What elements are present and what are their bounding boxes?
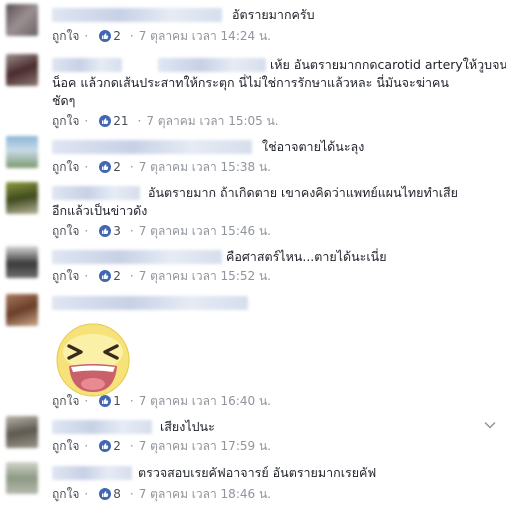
like-count[interactable]: 2 (113, 29, 121, 43)
like-button[interactable]: ถูกใจ (52, 158, 79, 177)
comment-text: อันตรายมาก ถ้าเกิดตาย เขาคงคิดว่าแพทย์แผ… (148, 185, 458, 200)
avatar[interactable] (6, 294, 38, 326)
thumbs-up-icon[interactable] (99, 225, 112, 237)
commenter-name[interactable] (52, 58, 122, 72)
timestamp[interactable]: 7 ตุลาคม เวลา 17:59 น. (139, 437, 271, 456)
laughing-face-sticker[interactable] (55, 322, 131, 398)
like-count[interactable]: 2 (113, 269, 121, 283)
comment-text: ใช่อาจตายได้นะลุง (262, 139, 365, 154)
like-count[interactable]: 3 (113, 224, 121, 238)
separator: · (84, 29, 89, 43)
thumbs-up-icon[interactable] (99, 115, 112, 127)
commenter-name[interactable] (52, 296, 248, 310)
comment-text: น็อค แล้วกดเส้นประสาทให้กระตุก นี่ไม่ใช่… (52, 75, 449, 90)
thumbs-up-icon[interactable] (99, 440, 112, 452)
avatar[interactable] (6, 182, 38, 214)
comment-text: เห้ย อันตรายมากกดcarotid arteryให้วูบจน (270, 57, 506, 72)
comment-text: เสียงไปนะ (160, 419, 215, 434)
separator: · (129, 487, 134, 501)
timestamp[interactable]: 7 ตุลาคม เวลา 15:05 น. (146, 112, 278, 131)
comment-text: อัตรายมากครับ (232, 7, 315, 22)
like-count[interactable]: 2 (113, 160, 121, 174)
separator: · (129, 160, 134, 174)
comment-meta: ถูกใจ · 2 · 7 ตุลาคม เวลา 14:24 น. (52, 28, 271, 44)
chevron-down-icon[interactable] (484, 420, 496, 430)
timestamp[interactable]: 7 ตุลาคม เวลา 16:40 น. (139, 392, 271, 411)
separator: · (84, 224, 89, 238)
separator: · (129, 439, 134, 453)
commenter-name[interactable] (52, 186, 140, 200)
thumbs-up-icon[interactable] (99, 161, 112, 173)
like-button[interactable]: ถูกใจ (52, 222, 79, 241)
separator: · (129, 29, 134, 43)
comment-text: ตรวจสอบเรยคัฟอาจารย์ อันตรายมากเรยคัฟ (138, 465, 377, 480)
like-button[interactable]: ถูกใจ (52, 485, 79, 504)
separator: · (129, 224, 134, 238)
separator: · (84, 487, 89, 501)
avatar[interactable] (6, 416, 38, 448)
timestamp[interactable]: 7 ตุลาคม เวลา 14:24 น. (139, 27, 271, 46)
comment-meta: ถูกใจ · 2 · 7 ตุลาคม เวลา 15:52 น. (52, 268, 271, 284)
thumbs-up-icon[interactable] (99, 488, 112, 500)
timestamp[interactable]: 7 ตุลาคม เวลา 15:46 น. (139, 222, 271, 241)
separator: · (84, 439, 89, 453)
separator: · (84, 114, 89, 128)
comment-meta: ถูกใจ · 8 · 7 ตุลาคม เวลา 18:46 น. (52, 486, 271, 502)
separator: · (84, 269, 89, 283)
avatar[interactable] (6, 462, 38, 494)
thumbs-up-icon[interactable] (99, 270, 112, 282)
commenter-name[interactable] (52, 8, 222, 22)
comment-meta: ถูกใจ · 2 · 7 ตุลาคม เวลา 17:59 น. (52, 438, 271, 454)
comment-meta: ถูกใจ · 2 · 7 ตุลาคม เวลา 15:38 น. (52, 159, 271, 175)
like-count[interactable]: 8 (113, 487, 121, 501)
avatar[interactable] (6, 54, 38, 86)
timestamp[interactable]: 7 ตุลาคม เวลา 15:52 น. (139, 267, 271, 286)
comment-text: ชัดๆ (52, 93, 76, 108)
commenter-name-continued[interactable] (158, 58, 266, 72)
like-count[interactable]: 21 (113, 114, 128, 128)
comment-meta: ถูกใจ · 21 · 7 ตุลาคม เวลา 15:05 น. (52, 113, 279, 129)
like-button[interactable]: ถูกใจ (52, 437, 79, 456)
avatar[interactable] (6, 4, 38, 36)
commenter-name[interactable] (52, 420, 152, 434)
commenter-name[interactable] (52, 140, 252, 154)
commenter-name[interactable] (52, 250, 222, 264)
separator: · (137, 114, 142, 128)
separator: · (84, 160, 89, 174)
timestamp[interactable]: 7 ตุลาคม เวลา 15:38 น. (139, 158, 271, 177)
avatar[interactable] (6, 246, 38, 278)
comment-text: คือศาสตร์ไหน...ตายได้นะเนี่ย (226, 249, 387, 264)
comment-meta: ถูกใจ · 3 · 7 ตุลาคม เวลา 15:46 น. (52, 223, 271, 239)
like-button[interactable]: ถูกใจ (52, 27, 79, 46)
separator: · (129, 269, 134, 283)
timestamp[interactable]: 7 ตุลาคม เวลา 18:46 น. (139, 485, 271, 504)
like-count[interactable]: 2 (113, 439, 121, 453)
comment-text: อีกแล้วเป็นข่าวดัง (52, 203, 148, 218)
like-button[interactable]: ถูกใจ (52, 267, 79, 286)
thumbs-up-icon[interactable] (99, 30, 112, 42)
like-button[interactable]: ถูกใจ (52, 112, 79, 131)
avatar[interactable] (6, 136, 38, 168)
commenter-name[interactable] (52, 466, 132, 480)
